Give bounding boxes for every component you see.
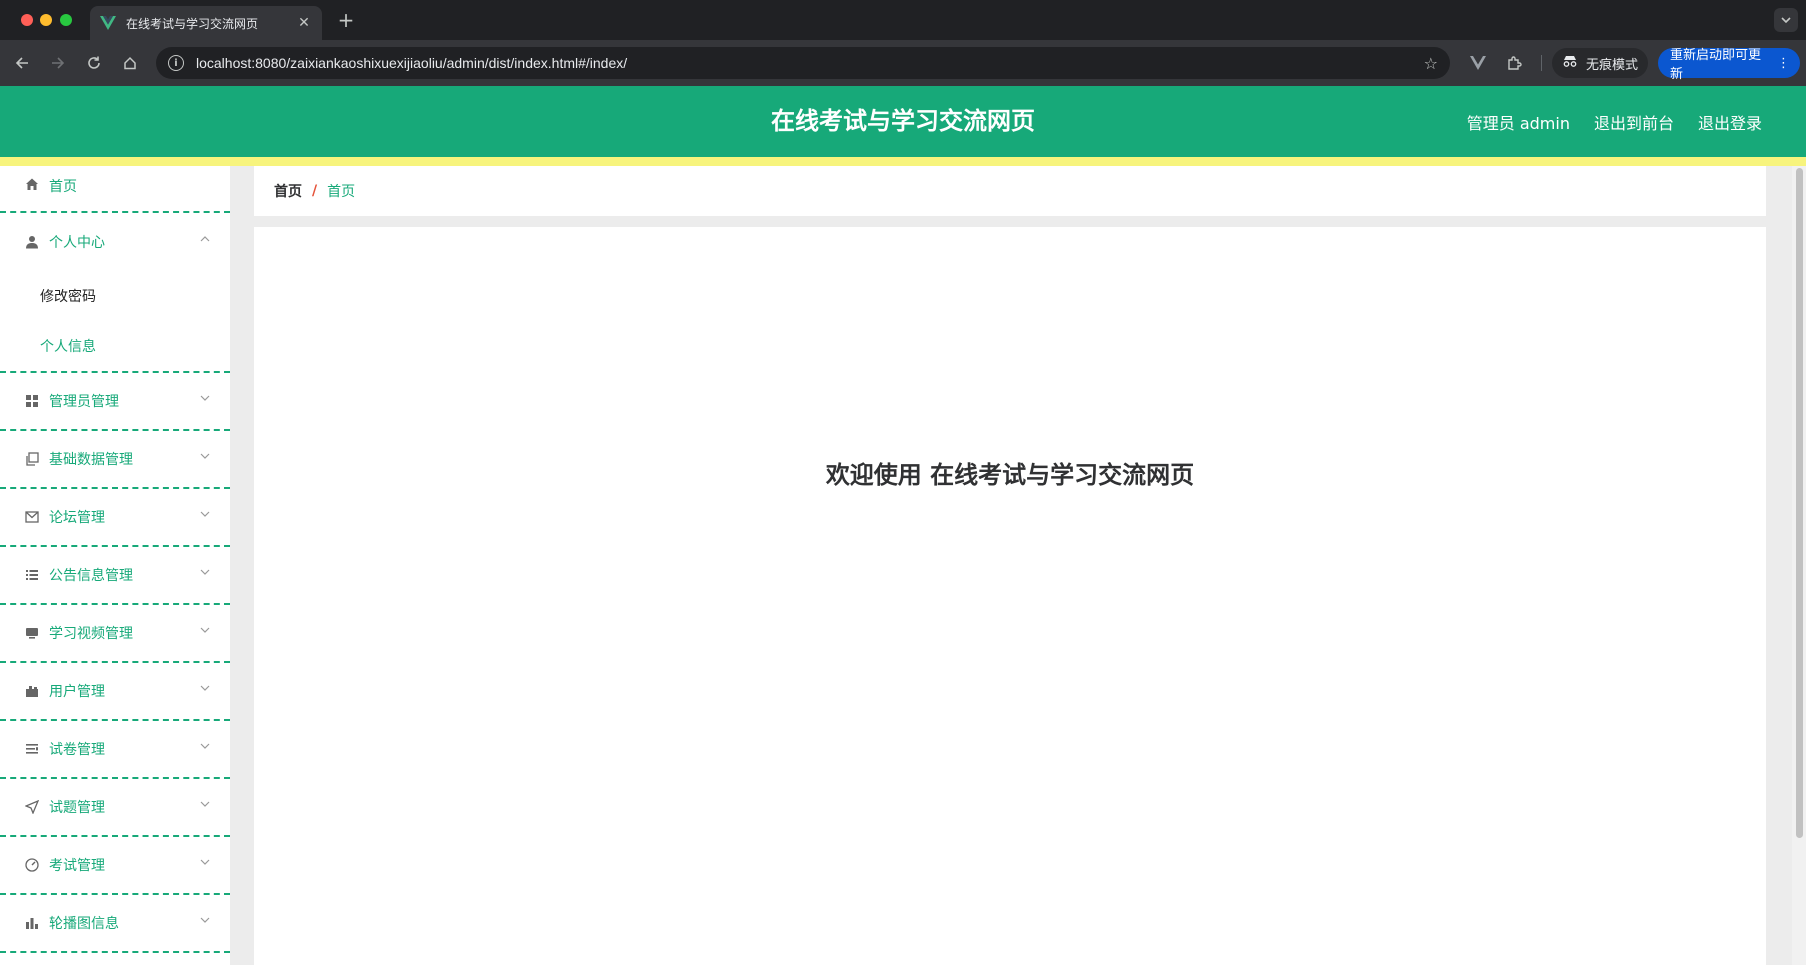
extensions-puzzle-icon[interactable]	[1502, 51, 1526, 75]
welcome-message: 欢迎使用 在线考试与学习交流网页	[825, 461, 1195, 489]
home-icon	[24, 176, 40, 192]
sidebar-menu: 首页 个人中心 修改密码 个人信息 管理员管理 基础数据管理 论坛管理 公告信息…	[0, 166, 230, 965]
sidebar-item-exam-papers[interactable]: 试卷管理	[0, 721, 230, 779]
header-accent-strip	[0, 157, 1806, 166]
app-header: 在线考试与学习交流网页 管理员 admin 退出到前台 退出登录	[0, 86, 1806, 157]
admin-user-label: 管理员 admin	[1466, 113, 1570, 133]
breadcrumb: 首页 / 首页	[254, 166, 1766, 216]
sidebar-item-label: 学习视频管理	[49, 626, 133, 642]
back-icon[interactable]	[10, 51, 34, 75]
tab-search-icon[interactable]	[1774, 8, 1798, 32]
chevron-down-icon	[200, 625, 210, 635]
vue-devtools-extension-icon[interactable]	[1466, 51, 1490, 75]
grid-icon	[24, 393, 40, 409]
chevron-down-icon	[200, 451, 210, 461]
sidebar-item-personal[interactable]: 个人中心	[0, 213, 230, 271]
main-content: 欢迎使用 在线考试与学习交流网页	[254, 227, 1766, 965]
sidebar-item-announcements[interactable]: 公告信息管理	[0, 547, 230, 605]
incognito-badge[interactable]: 无痕模式	[1552, 48, 1649, 78]
browser-tab-active[interactable]: 在线考试与学习交流网页 ✕	[90, 6, 322, 40]
sidebar-item-exams[interactable]: 考试管理	[0, 837, 230, 895]
sidebar-item-forum[interactable]: 论坛管理	[0, 489, 230, 547]
bar-chart-icon	[24, 915, 40, 931]
sidebar-item-study-videos[interactable]: 学习视频管理	[0, 605, 230, 663]
close-window-button[interactable]	[21, 14, 33, 26]
logout-link[interactable]: 退出登录	[1698, 110, 1762, 134]
chevron-down-icon	[200, 683, 210, 693]
monitor-icon	[24, 625, 40, 641]
sidebar-item-label: 论坛管理	[49, 510, 105, 526]
sidebar-item-label: 试卷管理	[49, 742, 105, 758]
sidebar-item-label: 基础数据管理	[49, 452, 133, 468]
sidebar-item-carousel[interactable]: 轮播图信息	[0, 895, 230, 953]
sliders-icon	[24, 741, 40, 757]
reload-icon[interactable]	[82, 51, 106, 75]
incognito-label: 无痕模式	[1586, 57, 1639, 73]
browser-tabbar: 在线考试与学习交流网页 ✕ +	[0, 0, 1806, 40]
copy-icon	[24, 451, 40, 467]
address-bar[interactable]: i localhost:8080/zaixiankaoshixuexijiaol…	[156, 47, 1450, 79]
sidebar-item-label: 试题管理	[49, 800, 105, 816]
sidebar-item-label: 轮播图信息	[49, 916, 119, 932]
sidebar-item-admin-management[interactable]: 管理员管理	[0, 373, 230, 431]
sidebar-item-label: 个人中心	[49, 235, 105, 251]
site-info-icon[interactable]: i	[168, 55, 184, 71]
exit-to-front-link[interactable]: 退出到前台	[1594, 110, 1674, 134]
chevron-down-icon	[200, 509, 210, 519]
minimize-window-button[interactable]	[40, 14, 52, 26]
update-label: 重新启动即可更新	[1670, 48, 1762, 82]
tab-close-icon[interactable]: ✕	[296, 15, 312, 31]
bookmark-star-icon[interactable]: ☆	[1424, 54, 1438, 73]
sidebar-item-home[interactable]: 首页	[0, 166, 230, 213]
header-actions: 管理员 admin 退出到前台 退出登录	[1467, 86, 1762, 157]
incognito-icon	[1562, 55, 1578, 71]
sidebar-subitem-profile[interactable]: 个人信息	[0, 321, 230, 371]
url-text: localhost:8080/zaixiankaoshixuexijiaoliu…	[196, 55, 628, 71]
sidebar-item-label: 管理员管理	[49, 394, 119, 410]
sidebar-item-users[interactable]: 用户管理	[0, 663, 230, 721]
sidebar-item-questions[interactable]: 试题管理	[0, 779, 230, 837]
sidebar-item-basic-data[interactable]: 基础数据管理	[0, 431, 230, 489]
new-tab-icon[interactable]: +	[335, 8, 357, 32]
sidebar-group-personal: 个人中心 修改密码 个人信息	[0, 213, 230, 373]
maximize-window-button[interactable]	[60, 14, 72, 26]
chevron-down-icon	[200, 393, 210, 403]
mail-icon	[24, 509, 40, 525]
chevron-down-icon	[200, 857, 210, 867]
sidebar-subitem-change-password[interactable]: 修改密码	[0, 271, 230, 321]
toolbar-separator	[1541, 55, 1542, 71]
sidebar-item-label: 公告信息管理	[49, 568, 133, 584]
gauge-icon	[24, 857, 40, 873]
chevron-down-icon	[200, 799, 210, 809]
sidebar-item-label: 首页	[49, 179, 77, 195]
sidebar-item-label: 考试管理	[49, 858, 105, 874]
chevron-down-icon	[200, 741, 210, 751]
breadcrumb-current: 首页	[327, 184, 356, 200]
send-icon	[24, 799, 40, 815]
browser-toolbar: i localhost:8080/zaixiankaoshixuexijiaol…	[0, 40, 1806, 86]
more-vertical-icon: ⋮	[1777, 55, 1790, 71]
vue-logo-icon	[100, 15, 116, 31]
forward-icon[interactable]	[46, 51, 70, 75]
sidebar-item-label: 用户管理	[49, 684, 105, 700]
tab-title: 在线考试与学习交流网页	[126, 16, 259, 31]
briefcase-icon	[24, 683, 40, 699]
breadcrumb-home[interactable]: 首页	[274, 181, 302, 201]
chevron-down-icon	[200, 915, 210, 925]
chevron-down-icon	[200, 567, 210, 577]
breadcrumb-separator: /	[312, 183, 318, 199]
home-icon[interactable]	[118, 51, 142, 75]
update-button[interactable]: 重新启动即可更新 ⋮	[1658, 48, 1800, 82]
page-scrollbar-thumb[interactable]	[1796, 168, 1803, 838]
chevron-up-icon	[200, 234, 210, 244]
user-icon	[24, 234, 40, 250]
list-icon	[24, 567, 40, 583]
